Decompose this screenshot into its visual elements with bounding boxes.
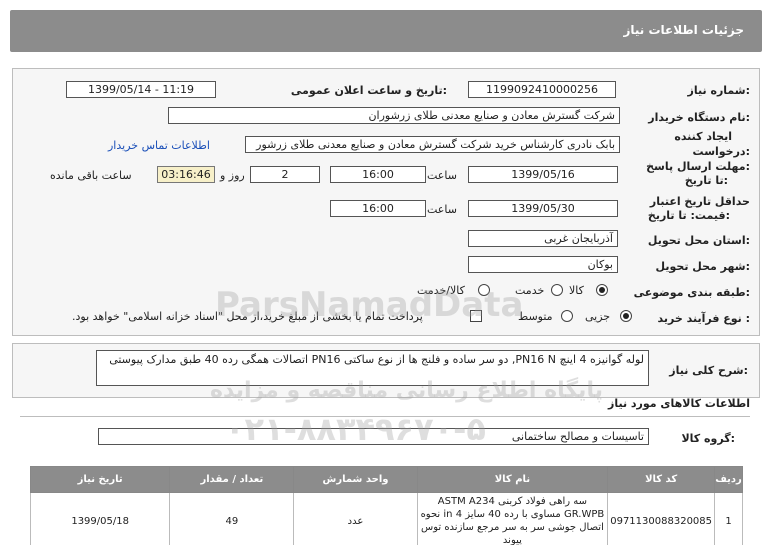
goods-table: ردیف کد کالا نام کالا واحد شمارش تعداد /… [29, 466, 743, 545]
deadline-date-field[interactable]: 1399/05/16 [468, 166, 618, 183]
remaining-label: ساعت باقی مانده [50, 169, 132, 182]
category-goods-label: کالا [569, 284, 584, 297]
process-medium-label: متوسط [518, 310, 553, 323]
city-label: شهر محل تحویل: [655, 260, 750, 273]
validity-label-2: قیمت: تا تاریخ: [647, 209, 730, 222]
need-number-field[interactable]: 1199092410000256 [468, 81, 616, 98]
province-label: استان محل تحویل: [647, 234, 750, 247]
goods-group-field[interactable]: تاسیسات و مصالح ساختمانی [98, 428, 649, 445]
validity-label-1: حداقل تاریخ اعتبار [649, 195, 750, 208]
cell-name: سه راهی فولاد کربنی ASTM A234 GR.WPB مسا… [416, 492, 609, 545]
col-code: کد کالا [607, 466, 716, 493]
deadline-time-label: ساعت [427, 169, 457, 182]
col-date: تاریخ نیاز [29, 466, 171, 493]
need-number-label: شماره نیاز: [687, 84, 750, 97]
day-label: روز و [220, 169, 245, 182]
treasury-checkbox[interactable] [470, 310, 482, 322]
description-field[interactable]: لوله گوانیزه 4 اینچ PN16 N, دو سر ساده و… [96, 350, 649, 386]
process-label: نوع فرآیند خرید : [657, 312, 750, 325]
cell-code: 0971130088320085 [607, 492, 716, 545]
remaining-timer: 03:16:46 [157, 166, 215, 183]
goods-group-label: گروه کالا: [681, 432, 735, 445]
page-header: جزئیات اطلاعات نیاز [10, 10, 762, 52]
goods-table-header: ردیف کد کالا نام کالا واحد شمارش تعداد /… [29, 466, 743, 493]
validity-date-field[interactable]: 1399/05/30 [468, 200, 618, 217]
payment-note: پرداخت تمام یا بخشی از مبلغ خرید،از محل … [72, 310, 423, 323]
goods-section-title: اطلاعات کالاهای مورد نیاز [608, 397, 750, 410]
category-radio-service[interactable] [551, 284, 563, 296]
buyer-org-field[interactable]: شرکت گسترش معادن و صنایع معدنی طلای زرشو… [168, 107, 620, 124]
creator-field[interactable]: بابک نادری کارشناس خرید شرکت گسترش معادن… [245, 136, 620, 153]
cell-unit: عدد [293, 492, 418, 545]
cell-date: 1399/05/18 [29, 492, 171, 545]
announce-field[interactable]: 1399/05/14 - 11:19 [66, 81, 216, 98]
col-name: نام کالا [416, 466, 609, 493]
validity-time-field[interactable]: 16:00 [330, 200, 426, 217]
process-minor-label: جزیی [585, 310, 611, 323]
contact-buyer-link[interactable]: اطلاعات تماس خریدار [108, 139, 210, 152]
col-row: ردیف [714, 466, 743, 493]
deadline-label-1: مهلت ارسال پاسخ: [646, 160, 750, 173]
col-qty: تعداد / مقدار [169, 466, 295, 493]
table-row[interactable]: 1 0971130088320085 سه راهی فولاد کربنی A… [29, 492, 743, 545]
goods-section-divider [20, 416, 750, 417]
page-title: جزئیات اطلاعات نیاز [623, 23, 744, 37]
cell-row: 1 [714, 492, 743, 545]
deadline-time-field[interactable]: 16:00 [330, 166, 426, 183]
category-radio-goods-service[interactable] [478, 284, 490, 296]
category-radio-goods[interactable] [596, 284, 608, 296]
category-goods-service-label: کالا/خدمت [417, 284, 465, 297]
validity-time-label: ساعت [427, 203, 457, 216]
process-radio-medium[interactable] [561, 310, 573, 322]
province-field[interactable]: آذربایجان غربی [468, 230, 618, 247]
creator-label-2: درخواست: [692, 145, 750, 158]
creator-label-1: ایجاد کننده [674, 130, 732, 143]
buyer-org-label: نام دستگاه خریدار: [648, 111, 750, 124]
deadline-label-2: تا تاریخ: [684, 174, 728, 187]
col-unit: واحد شمارش [293, 466, 418, 493]
days-field[interactable]: 2 [250, 166, 320, 183]
city-field[interactable]: بوکان [468, 256, 618, 273]
cell-qty: 49 [169, 492, 295, 545]
announce-label: تاریخ و ساعت اعلان عمومی: [290, 84, 447, 97]
process-radio-minor[interactable] [620, 310, 632, 322]
category-service-label: خدمت [515, 284, 545, 297]
category-label: طبقه بندی موضوعی: [633, 286, 750, 299]
description-label: شرح کلی نیاز: [669, 364, 748, 377]
